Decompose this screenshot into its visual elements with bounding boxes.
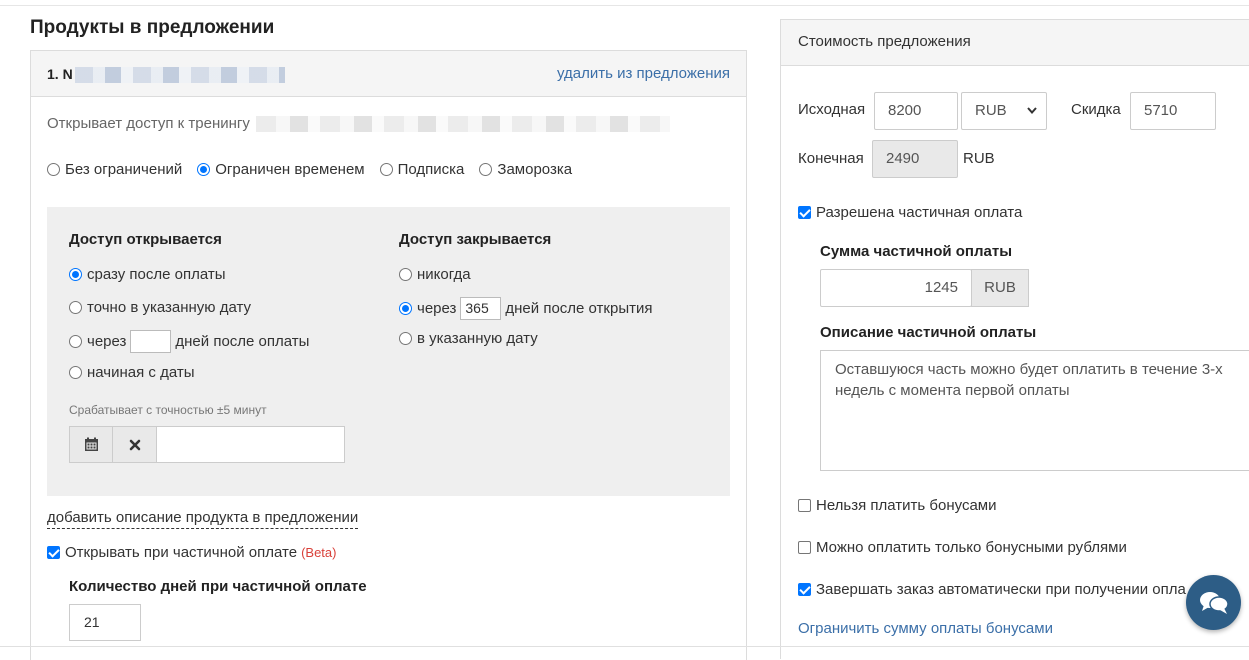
open-starting-from-option[interactable]: начиная с даты <box>69 364 195 381</box>
opens-access-label: Открывает доступ к тренингу <box>47 115 250 132</box>
opens-access-text: Открывает доступ к тренингу <box>47 115 670 133</box>
access-opens-title: Доступ открывается <box>69 231 222 248</box>
open-on-partial-checkbox[interactable] <box>47 546 60 559</box>
bottom-divider <box>0 646 1249 647</box>
access-settings-box: Доступ открывается сразу после оплаты то… <box>47 207 730 496</box>
access-type-time-limited[interactable]: Ограничен временем <box>197 161 365 178</box>
radio-open-immediately[interactable] <box>69 268 82 281</box>
partial-sum-input[interactable]: 1245 <box>820 269 972 307</box>
top-divider <box>0 5 1249 6</box>
radio-open-exact-date[interactable] <box>69 301 82 314</box>
access-type-freeze[interactable]: Заморозка <box>479 161 572 178</box>
product-name: 1. N <box>47 66 285 84</box>
partial-desc-textarea[interactable]: Оставшуюся часть можно будет оплатить в … <box>820 350 1249 471</box>
products-section-title: Продукты в предложении <box>30 17 275 38</box>
open-after-days-option[interactable]: через дней после оплаты <box>69 330 309 353</box>
access-type-subscription[interactable]: Подписка <box>379 161 464 178</box>
radio-subscription[interactable] <box>379 163 393 176</box>
open-immediately-option[interactable]: сразу после оплаты <box>69 266 226 283</box>
auto-complete-checkbox[interactable] <box>798 583 811 596</box>
close-on-date-option[interactable]: в указанную дату <box>399 330 538 347</box>
limit-bonus-link[interactable]: Ограничить сумму оплаты бонусами <box>798 620 1053 637</box>
close-never-option[interactable]: никогда <box>399 266 471 283</box>
blurred-training-name <box>255 116 670 133</box>
radio-open-after-days[interactable] <box>69 335 82 348</box>
add-product-description-link[interactable]: добавить описание продукта в предложении <box>47 509 359 529</box>
beta-badge: (Beta) <box>301 545 337 560</box>
original-price-label: Исходная <box>798 101 866 118</box>
partial-sum-label: Сумма частичной оплаты <box>820 243 1013 260</box>
discount-label: Скидка <box>1071 101 1121 118</box>
chat-button[interactable] <box>1186 575 1241 630</box>
access-type-group: Без ограничений Ограничен временем Подпи… <box>47 161 587 178</box>
partial-desc-label: Описание частичной оплаты <box>820 324 1037 341</box>
close-after-days-input[interactable]: 365 <box>460 297 502 320</box>
date-picker-group <box>69 426 345 463</box>
radio-unlimited[interactable] <box>47 163 60 176</box>
clear-date-button[interactable] <box>113 426 157 463</box>
partial-days-input[interactable]: 21 <box>69 604 141 641</box>
access-closes-title: Доступ закрывается <box>399 231 552 248</box>
only-bonus-payment[interactable]: Можно оплатить только бонусными рублями <box>798 539 1127 556</box>
close-after-days-option[interactable]: через 365 дней после открытия <box>399 297 652 320</box>
only-bonus-checkbox[interactable] <box>798 541 811 554</box>
auto-complete-order[interactable]: Завершать заказ автоматически при получе… <box>798 581 1186 598</box>
open-after-days-input[interactable] <box>130 330 172 353</box>
final-price-label: Конечная <box>798 150 864 167</box>
blurred-product-name <box>74 67 285 84</box>
radio-open-starting-from[interactable] <box>69 366 82 379</box>
close-icon <box>129 439 140 450</box>
calendar-icon <box>84 437 98 451</box>
discount-input[interactable]: 5710 <box>1130 92 1216 130</box>
chat-icon <box>1199 591 1229 614</box>
radio-freeze[interactable] <box>479 163 493 176</box>
access-type-unlimited[interactable]: Без ограничений <box>47 161 182 178</box>
partial-days-label: Количество дней при частичной оплате <box>69 578 367 595</box>
remove-from-offer-link[interactable]: удалить из предложения <box>557 65 730 82</box>
radio-close-after-days[interactable] <box>399 302 412 315</box>
product-header: 1. N удалить из предложения <box>31 51 746 97</box>
open-on-partial-payment[interactable]: Открывать при частичной оплате (Beta) <box>47 544 336 561</box>
partial-payment-checkbox[interactable] <box>798 206 811 219</box>
calendar-button[interactable] <box>69 426 113 463</box>
radio-close-never[interactable] <box>399 268 412 281</box>
no-bonus-checkbox[interactable] <box>798 499 811 512</box>
currency-select-value: RUB <box>975 102 1007 119</box>
final-price-input: 2490 <box>872 140 958 178</box>
precision-hint: Срабатывает с точностью ±5 минут <box>69 403 267 417</box>
start-date-input[interactable] <box>157 426 345 463</box>
final-currency: RUB <box>963 150 995 167</box>
pricing-title: Стоимость предложения <box>781 20 1249 66</box>
product-number: 1. N <box>47 66 73 82</box>
pricing-panel: Стоимость предложения Исходная 8200 RUB … <box>780 19 1249 659</box>
partial-payment-allowed[interactable]: Разрешена частичная оплата <box>798 204 1022 221</box>
radio-time-limited[interactable] <box>197 163 211 176</box>
original-price-input[interactable]: 8200 <box>874 92 958 130</box>
currency-select[interactable]: RUB <box>961 92 1047 130</box>
open-exact-date-option[interactable]: точно в указанную дату <box>69 299 251 316</box>
radio-close-on-date[interactable] <box>399 332 412 345</box>
partial-sum-currency: RUB <box>971 269 1029 307</box>
no-bonus-payment[interactable]: Нельзя платить бонусами <box>798 497 996 514</box>
chevron-down-icon <box>1027 107 1037 115</box>
